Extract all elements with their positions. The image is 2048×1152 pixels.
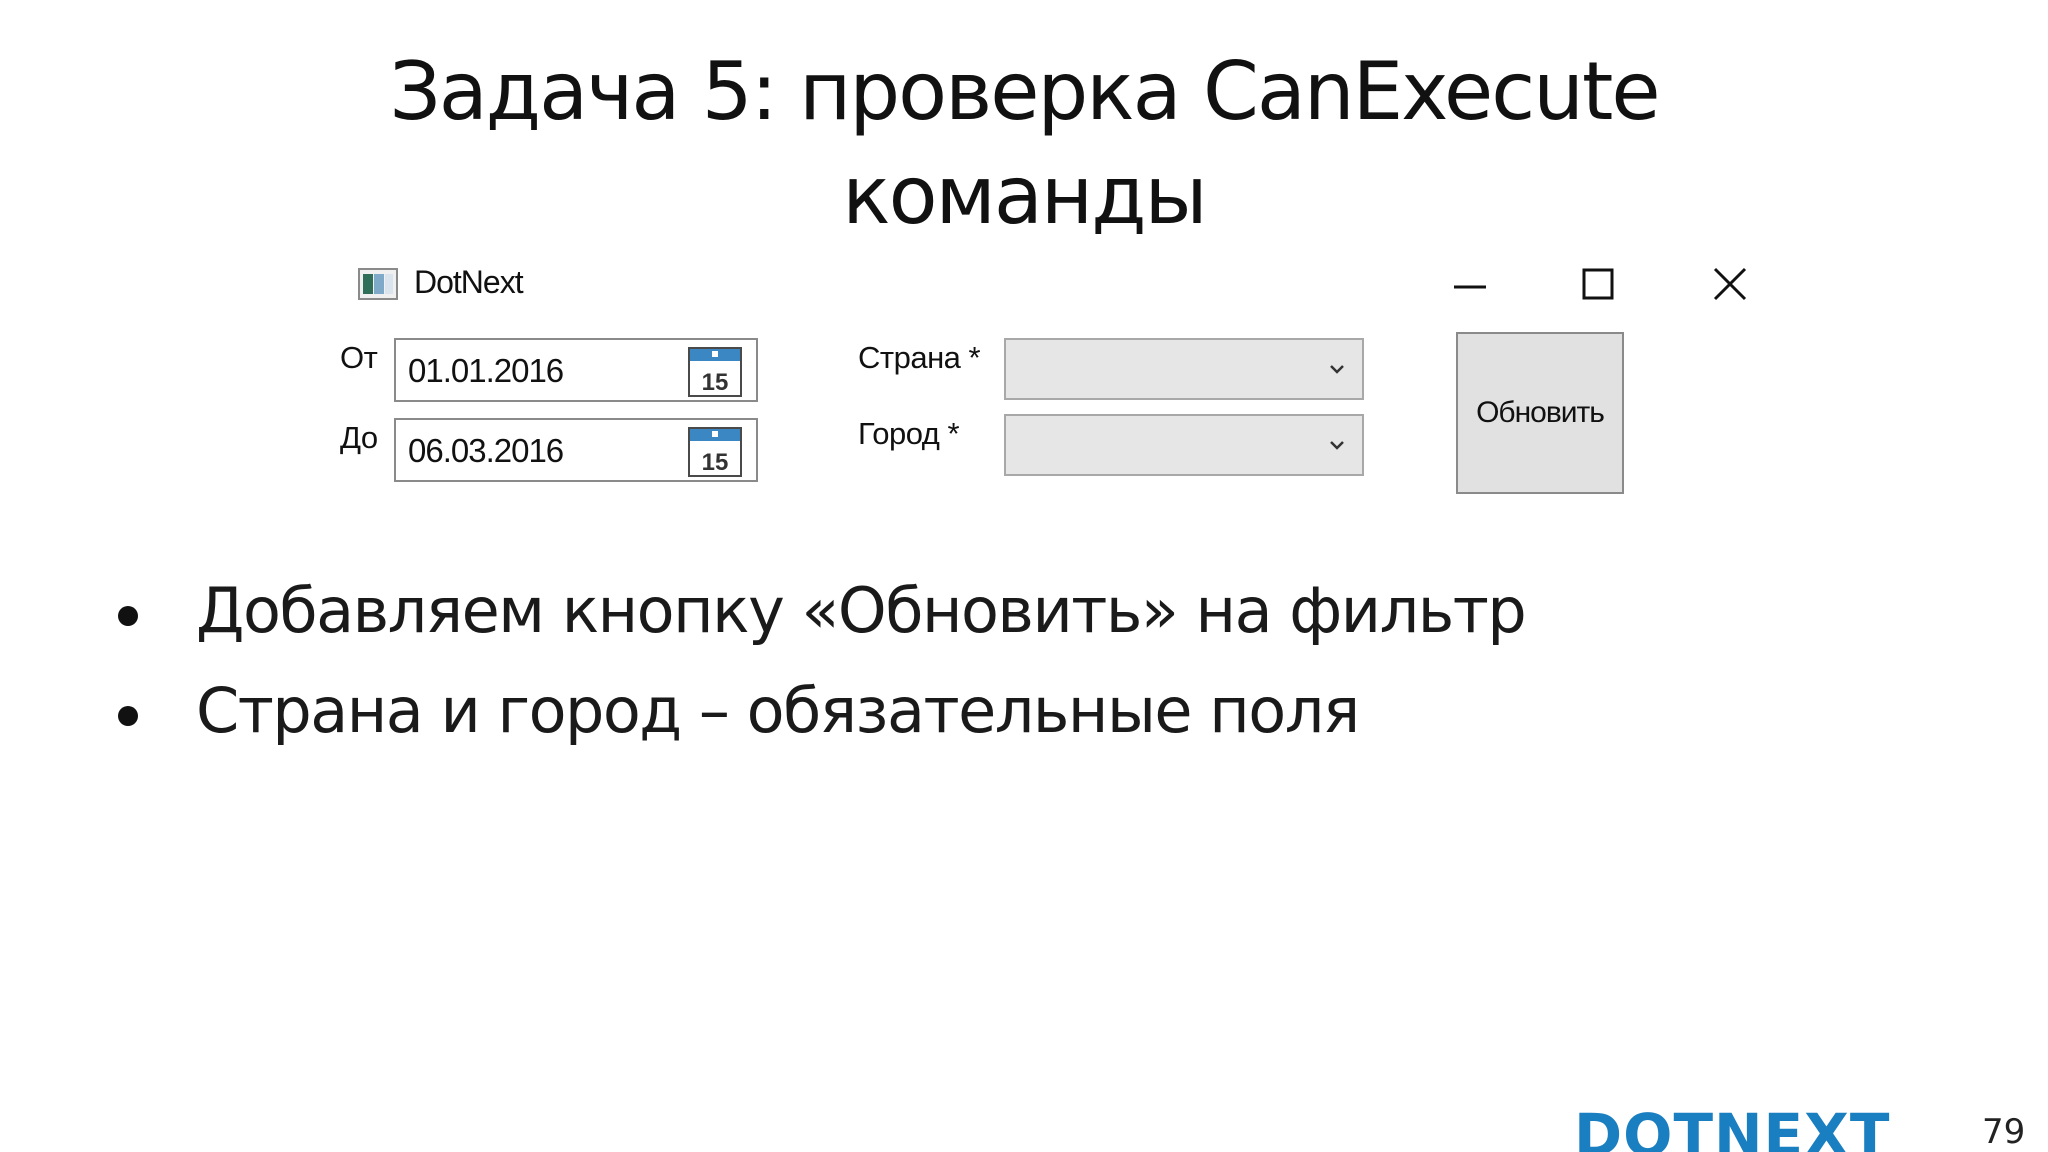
calendar-icon[interactable]: 15 <box>688 346 742 398</box>
refresh-button[interactable]: Обновить <box>1456 332 1624 494</box>
bullet-item: Добавляем кнопку «Обновить» на фильтр <box>110 574 1910 674</box>
slide-title-line-1: Задача 5: проверка CanExecute <box>389 45 1660 138</box>
calendar-day: 15 <box>702 449 729 476</box>
city-combobox[interactable] <box>1004 414 1364 476</box>
window-titlebar[interactable]: DotNext <box>340 254 1760 318</box>
country-label: Страна * <box>858 340 981 375</box>
to-label: До <box>340 420 378 455</box>
bullet-text: Страна и город – обязательные поля <box>196 674 1360 747</box>
minimize-icon[interactable] <box>1440 262 1500 306</box>
dotnext-logo: DOTNEXT <box>1574 1101 1891 1152</box>
bullet-item: Страна и город – обязательные поля <box>110 674 1910 774</box>
dotnext-window: DotNext От 01.01.2016 15 До 06.03.2016 1… <box>340 254 1760 510</box>
from-date-picker[interactable]: 01.01.2016 15 <box>394 338 758 402</box>
bullet-dot <box>118 706 138 726</box>
slide-title: Задача 5: проверка CanExecute команды <box>0 40 2048 248</box>
calendar-icon[interactable]: 15 <box>688 426 742 478</box>
bullet-list: Добавляем кнопку «Обновить» на фильтр Ст… <box>110 574 1910 774</box>
calendar-day: 15 <box>702 369 729 396</box>
bullet-text: Добавляем кнопку «Обновить» на фильтр <box>196 574 1527 647</box>
city-label: Город * <box>858 416 960 451</box>
slide-title-line-2: команды <box>842 149 1207 242</box>
from-label: От <box>340 340 378 375</box>
country-combobox[interactable] <box>1004 338 1364 400</box>
chevron-down-icon[interactable] <box>1326 358 1348 380</box>
window-app-icon <box>358 268 398 300</box>
maximize-icon[interactable] <box>1568 262 1628 306</box>
to-date-picker[interactable]: 06.03.2016 15 <box>394 418 758 482</box>
chevron-down-icon[interactable] <box>1326 434 1348 456</box>
bullet-dot <box>118 606 138 626</box>
page-number: 79 <box>1982 1112 2026 1152</box>
from-date-value[interactable]: 01.01.2016 <box>408 352 564 390</box>
to-date-value[interactable]: 06.03.2016 <box>408 432 564 470</box>
window-title: DotNext <box>414 264 524 300</box>
close-icon[interactable] <box>1700 262 1760 306</box>
